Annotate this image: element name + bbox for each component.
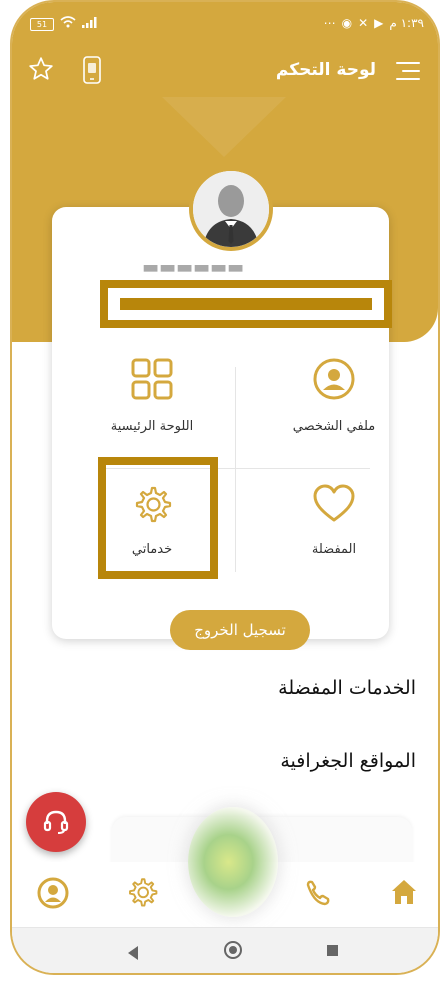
recent-apps-icon[interactable] [327, 945, 338, 956]
heart-icon [264, 484, 404, 524]
circle-icon: ◉ [341, 16, 353, 30]
avatar [189, 167, 273, 251]
support-fab[interactable] [26, 792, 86, 852]
nav-services[interactable] [126, 876, 160, 910]
nav-contact[interactable] [302, 876, 336, 910]
section-favorite-services[interactable]: الخدمات المفضلة [278, 677, 416, 699]
phone-frame: 51 ⋯ ◉ ✕ ▶ ١:٣٩ م لوحة التحكم ▬▬▬▬▬▬ الل… [10, 0, 440, 975]
play-icon: ▶ [374, 16, 384, 30]
user-name-redacted: ▬▬▬▬▬▬ [142, 257, 245, 278]
status-time: ١:٣٩ م [389, 16, 424, 30]
gear-icon [126, 878, 158, 912]
tile-favorites-label: المفضلة [311, 542, 357, 557]
back-icon[interactable] [128, 946, 138, 960]
tile-profile[interactable]: ملفي الشخصي [264, 357, 404, 434]
redacted-name-box [100, 280, 392, 328]
android-nav-bar [12, 927, 438, 973]
home-circle-icon[interactable] [224, 941, 242, 959]
signal-icon [82, 16, 100, 32]
battery-icon: 51 [30, 17, 54, 31]
top-bar: لوحة التحكم [12, 50, 438, 94]
status-left: 51 [30, 16, 100, 32]
tile-dashboard-label: اللوحة الرئيسية [110, 419, 194, 434]
grid-icon [82, 357, 222, 401]
mobile-icon[interactable] [82, 56, 102, 84]
nav-home[interactable] [388, 876, 422, 910]
status-right: ⋯ ◉ ✕ ▶ ١:٣٩ م [324, 16, 424, 30]
user-circle-icon [264, 357, 404, 401]
wifi-icon [60, 16, 76, 32]
user-circle-icon [36, 877, 70, 914]
tile-profile-label: ملفي الشخصي [292, 419, 376, 434]
menu-icon[interactable] [396, 62, 420, 82]
header-watermark [162, 97, 286, 157]
star-icon[interactable] [28, 56, 54, 82]
headset-icon [42, 808, 70, 840]
tile-dashboard[interactable]: اللوحة الرئيسية [82, 357, 222, 434]
redaction-bar [120, 298, 372, 310]
close-icon: ✕ [358, 16, 369, 30]
section-geo-locations[interactable]: المواقع الجغرافية [280, 750, 416, 772]
logout-button[interactable]: تسجيل الخروج [170, 610, 310, 650]
tile-favorites[interactable]: المفضلة [264, 484, 404, 557]
nav-profile[interactable] [36, 876, 70, 910]
services-highlight-box [98, 457, 218, 579]
grid-divider-vertical [235, 367, 236, 572]
more-dots-icon: ⋯ [323, 16, 336, 30]
center-orb-button[interactable] [188, 807, 278, 917]
home-icon [388, 880, 420, 912]
status-bar: 51 ⋯ ◉ ✕ ▶ ١:٣٩ م [30, 12, 426, 36]
phone-icon [302, 880, 336, 914]
page-title: لوحة التحكم [275, 60, 376, 80]
